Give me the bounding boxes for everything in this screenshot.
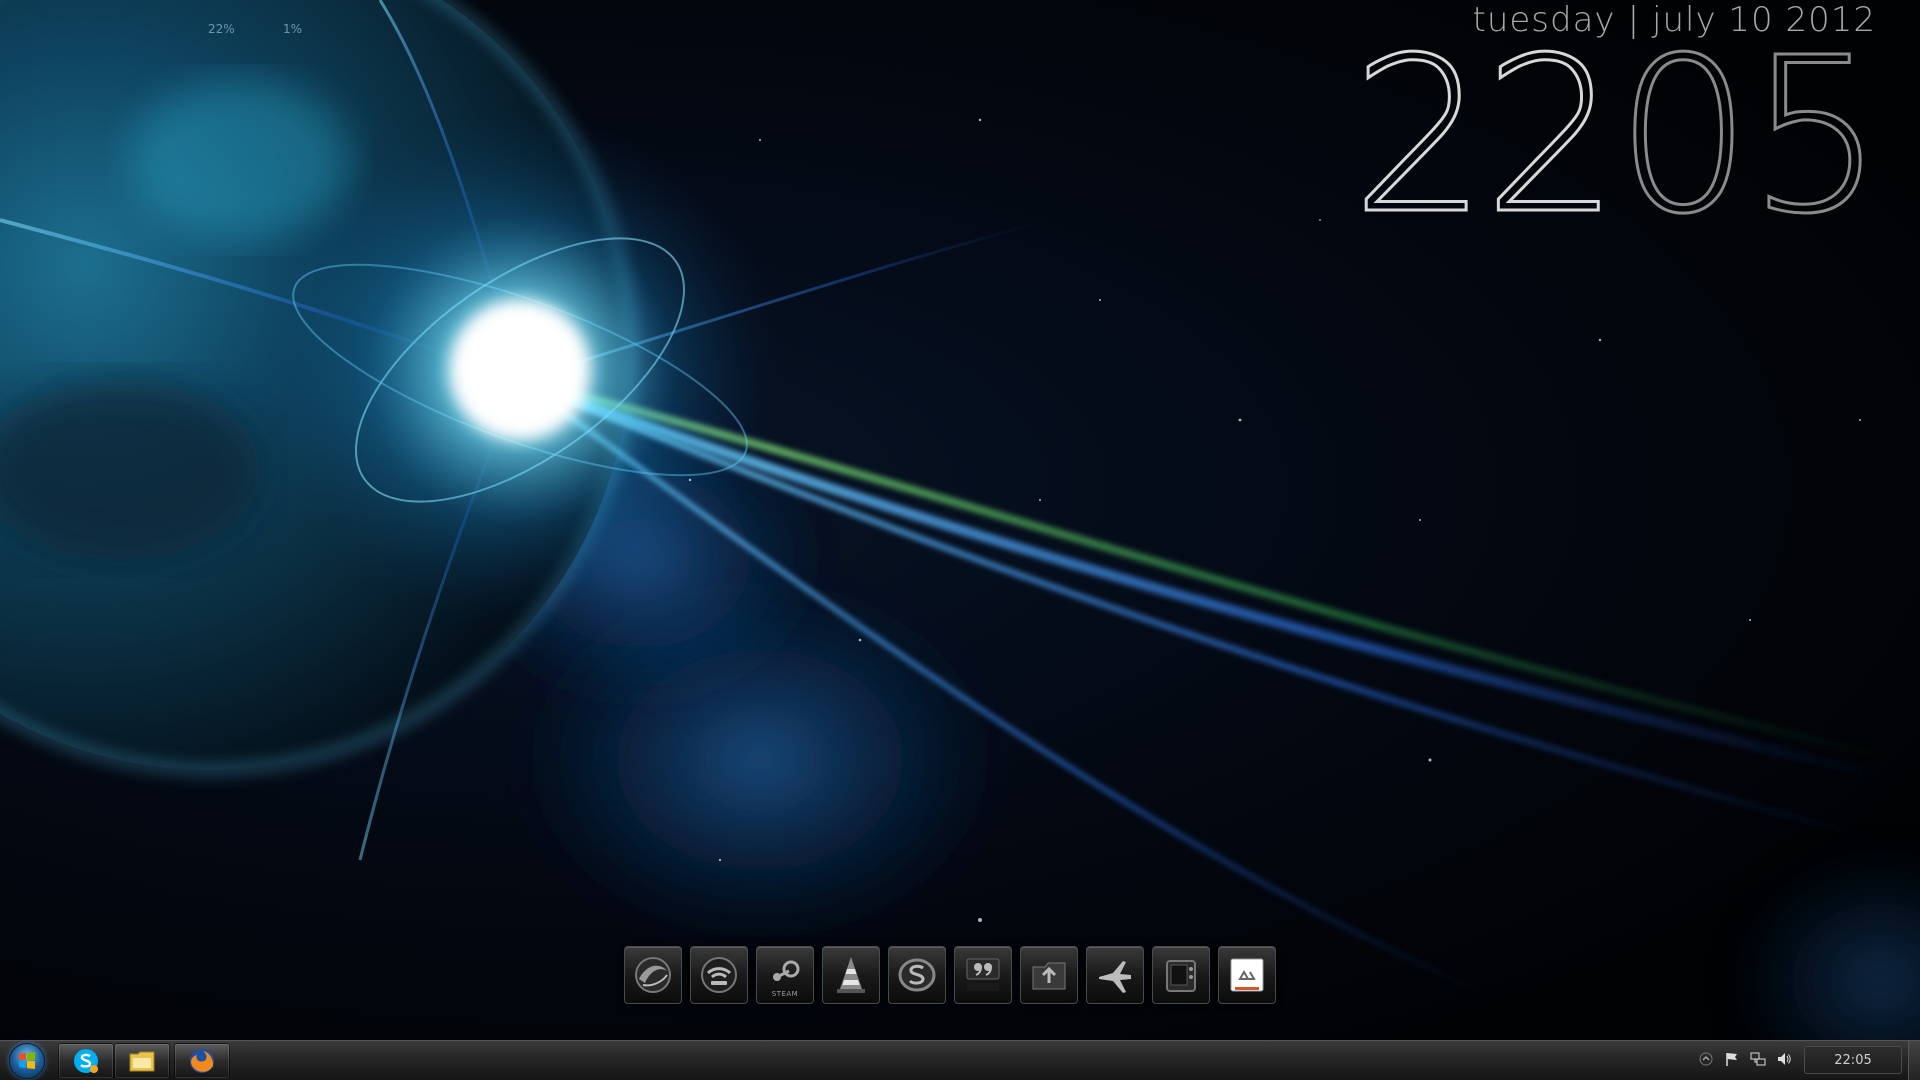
dock-item-game[interactable] [1086,946,1144,1004]
skype-icon [74,1049,98,1073]
dock-item-skype[interactable] [888,946,946,1004]
chevron-up-icon [1699,1052,1713,1066]
system-tray [1698,1051,1792,1067]
taskbar-firefox-button[interactable] [174,1043,230,1079]
fighter-jet-icon [1099,961,1131,993]
dock-item-wireless[interactable] [690,946,748,1004]
tray-volume[interactable] [1776,1051,1792,1067]
quote-icon [966,958,1000,991]
dock-item-recycle-bin[interactable] [1218,946,1276,1004]
taskbar-skype-button[interactable] [58,1043,114,1079]
taskbar: 22:05 [0,1040,1920,1080]
folder-icon [129,1051,155,1072]
speaker-icon [1778,1053,1791,1065]
clock-minutes: 05 [1614,12,1885,261]
show-desktop-button[interactable] [1908,1041,1920,1080]
dock-bar: STEAM [624,946,1276,1006]
taskbar-explorer-button[interactable] [114,1043,170,1079]
clock-gadget: 2205 [1350,28,1886,245]
dock-item-vlc[interactable] [822,946,880,1004]
tray-network[interactable] [1750,1051,1766,1067]
dock-item-quotes[interactable] [954,946,1012,1004]
windows-logo-icon [9,1043,45,1079]
taskbar-clock[interactable]: 22:05 [1804,1046,1902,1074]
firefox-icon [190,1049,214,1073]
tray-hidden-icons[interactable] [1698,1051,1714,1067]
ram-meter: 1% [283,22,303,36]
flag-icon [1726,1053,1737,1066]
dock-item-browser[interactable] [624,946,682,1004]
steam-label: STEAM [771,990,799,998]
dock-item-device[interactable] [1152,946,1210,1004]
network-icon [1750,1052,1766,1066]
globe-swirl-icon [635,957,671,993]
dock-item-upload[interactable] [1020,946,1078,1004]
clock-hours: 22 [1350,12,1621,261]
tray-action-center[interactable] [1724,1051,1740,1067]
handheld-device-icon [1166,960,1196,992]
traffic-cone-icon [837,957,865,993]
cpu-meter: 22% [208,22,235,36]
start-button[interactable] [4,1042,50,1080]
upload-folder-icon [1032,962,1066,990]
wifi-icon [701,957,737,993]
recycle-bin-icon [1230,958,1264,992]
dock-item-steam[interactable]: STEAM [756,946,814,1004]
skype-icon [898,958,936,992]
